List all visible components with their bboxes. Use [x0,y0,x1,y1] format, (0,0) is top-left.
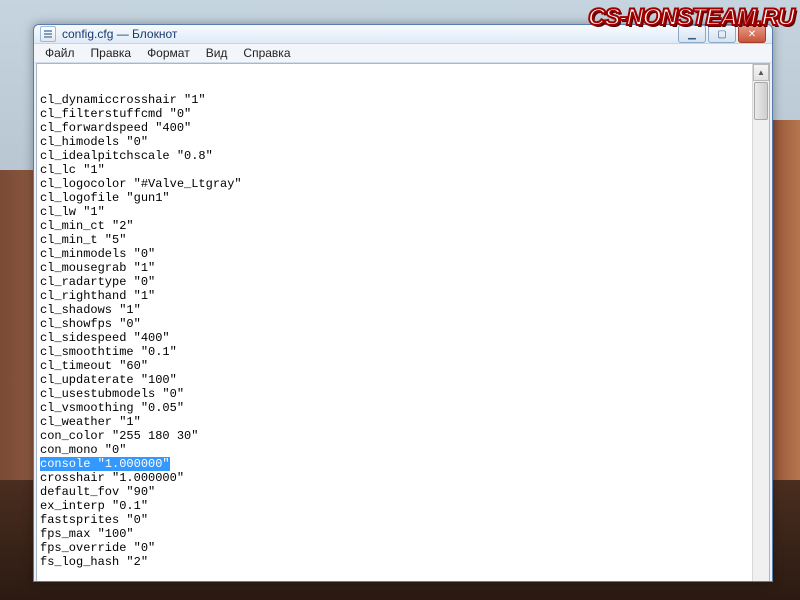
config-line[interactable]: con_mono "0" [40,443,749,457]
config-line[interactable]: fps_max "100" [40,527,749,541]
selected-text[interactable]: console "1.000000" [40,457,170,471]
config-line[interactable]: cl_updaterate "100" [40,373,749,387]
config-line[interactable]: cl_smoothtime "0.1" [40,345,749,359]
config-line[interactable]: fastsprites "0" [40,513,749,527]
text-editor[interactable]: cl_dynamiccrosshair "1"cl_filterstuffcmd… [37,64,752,582]
menu-format[interactable]: Формат [140,44,197,62]
menu-view[interactable]: Вид [199,44,235,62]
vertical-scrollbar[interactable]: ▲ ▼ [752,64,769,582]
config-line[interactable]: cl_mousegrab "1" [40,261,749,275]
config-line[interactable]: ex_interp "0.1" [40,499,749,513]
config-line[interactable]: cl_weather "1" [40,415,749,429]
config-line[interactable]: cl_radartype "0" [40,275,749,289]
config-line[interactable]: cl_lw "1" [40,205,749,219]
notepad-window: config.cfg — Блокнот ▁ ▢ ✕ Файл Правка Ф… [33,24,773,582]
config-line[interactable]: cl_min_ct "2" [40,219,749,233]
config-line[interactable]: fps_override "0" [40,541,749,555]
menubar: Файл Правка Формат Вид Справка [34,44,772,63]
config-line[interactable]: cl_righthand "1" [40,289,749,303]
menu-help[interactable]: Справка [236,44,297,62]
config-line[interactable]: cl_timeout "60" [40,359,749,373]
config-line[interactable]: con_color "255 180 30" [40,429,749,443]
watermark-text: CS-NONSTEAM.RU [588,4,794,32]
menu-file[interactable]: Файл [38,44,82,62]
scroll-thumb[interactable] [754,82,768,120]
config-line[interactable]: cl_logocolor "#Valve_Ltgray" [40,177,749,191]
config-line[interactable]: cl_forwardspeed "400" [40,121,749,135]
menu-edit[interactable]: Правка [84,44,139,62]
config-line[interactable]: cl_min_t "5" [40,233,749,247]
config-line[interactable]: cl_filterstuffcmd "0" [40,107,749,121]
config-line[interactable]: cl_usestubmodels "0" [40,387,749,401]
config-line[interactable]: cl_showfps "0" [40,317,749,331]
config-line[interactable]: cl_logofile "gun1" [40,191,749,205]
config-line[interactable]: cl_vsmoothing "0.05" [40,401,749,415]
config-line[interactable]: cl_minmodels "0" [40,247,749,261]
editor-container: cl_dynamiccrosshair "1"cl_filterstuffcmd… [36,63,770,582]
config-line[interactable]: cl_dynamiccrosshair "1" [40,93,749,107]
config-line[interactable]: cl_sidespeed "400" [40,331,749,345]
scroll-down-button[interactable]: ▼ [753,581,769,582]
config-line[interactable]: default_fov "90" [40,485,749,499]
config-line[interactable]: cl_himodels "0" [40,135,749,149]
config-line[interactable]: cl_lc "1" [40,163,749,177]
config-line[interactable]: console "1.000000" [40,457,749,471]
scroll-up-button[interactable]: ▲ [753,64,769,81]
notepad-icon [40,26,56,42]
config-line[interactable]: cl_idealpitchscale "0.8" [40,149,749,163]
config-line[interactable]: crosshair "1.000000" [40,471,749,485]
window-title: config.cfg — Блокнот [62,27,672,41]
config-line[interactable]: cl_shadows "1" [40,303,749,317]
config-line[interactable]: fs_log_hash "2" [40,555,749,569]
